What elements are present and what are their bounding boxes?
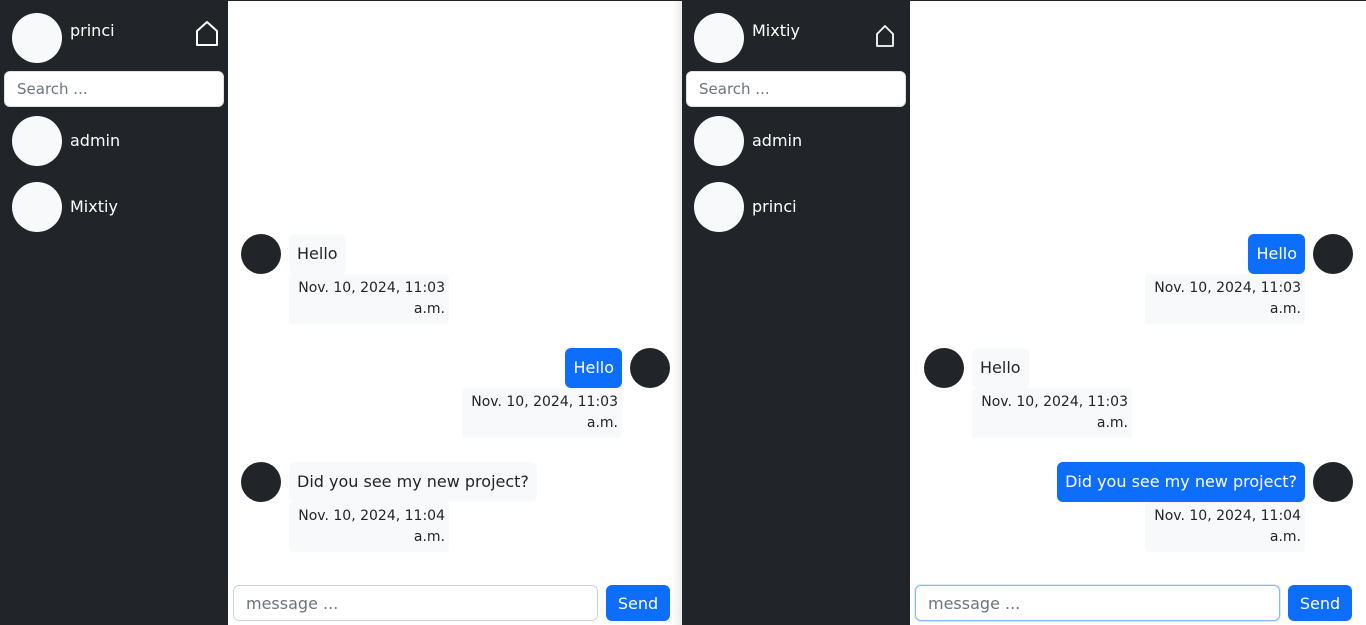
send-button[interactable]: Send — [1288, 585, 1352, 621]
contact-name: admin — [70, 131, 121, 150]
message-bubble: Did you see my new project? — [289, 462, 537, 502]
message-sent: Did you see my new project? Nov. 10, 202… — [933, 462, 1353, 552]
avatar — [12, 116, 62, 166]
contact-name: Mixtiy — [70, 197, 118, 216]
message-timestamp: Nov. 10, 2024, 11:03 a.m. — [289, 274, 449, 324]
current-user-name: Mixtiy — [752, 21, 800, 40]
home-icon[interactable] — [874, 23, 900, 53]
avatar — [694, 116, 744, 166]
avatar — [241, 462, 281, 502]
message-composer: Send — [915, 585, 1353, 621]
message-bubble: Did you see my new project? — [1057, 462, 1305, 502]
home-icon[interactable] — [194, 19, 220, 49]
message-sent: Hello Nov. 10, 2024, 11:03 a.m. — [933, 234, 1353, 324]
contact-item-admin[interactable]: admin — [694, 116, 904, 166]
message-bubble: Hello — [289, 234, 346, 274]
contact-item-mixtiy[interactable]: Mixtiy — [12, 182, 222, 232]
message-timestamp: Nov. 10, 2024, 11:04 a.m. — [1145, 502, 1305, 552]
message-timestamp: Nov. 10, 2024, 11:03 a.m. — [462, 388, 622, 438]
avatar — [630, 348, 670, 388]
message-input[interactable] — [233, 585, 598, 621]
contact-item-princi[interactable]: princi — [694, 182, 904, 232]
message-sent: Hello Nov. 10, 2024, 11:03 a.m. — [250, 348, 670, 438]
message-received: Hello Nov. 10, 2024, 11:03 a.m. — [241, 234, 661, 324]
sidebar: Mixtiy admin princi — [682, 1, 910, 625]
message-bubble: Hello — [1248, 234, 1305, 274]
avatar — [12, 182, 62, 232]
message-received: Did you see my new project? Nov. 10, 202… — [241, 462, 661, 552]
message-input[interactable] — [915, 585, 1280, 621]
current-user-header: Mixtiy — [694, 13, 904, 63]
avatar — [1313, 234, 1353, 274]
current-user-header: princi — [12, 13, 222, 63]
message-timestamp: Nov. 10, 2024, 11:03 a.m. — [1145, 274, 1305, 324]
message-composer: Send — [233, 585, 670, 621]
chat-panel: Hello Nov. 10, 2024, 11:03 a.m. Hello No… — [910, 1, 1366, 625]
avatar — [924, 348, 964, 388]
message-timestamp: Nov. 10, 2024, 11:03 a.m. — [972, 388, 1132, 438]
avatar — [241, 234, 281, 274]
sidebar: princi admin Mixtiy — [0, 1, 228, 625]
contact-name: princi — [752, 197, 797, 216]
contact-name: admin — [752, 131, 803, 150]
avatar — [694, 182, 744, 232]
send-button[interactable]: Send — [606, 585, 670, 621]
chat-window-princi: princi admin Mixtiy Hello Nov. 10, 2024,… — [0, 0, 682, 625]
search-input[interactable] — [686, 71, 906, 107]
avatar — [694, 13, 744, 63]
message-timestamp: Nov. 10, 2024, 11:04 a.m. — [289, 502, 449, 552]
chat-window-mixtiy: Mixtiy admin princi Hello Nov. 10, 2024,… — [682, 0, 1366, 625]
current-user-name: princi — [70, 21, 115, 40]
contact-item-admin[interactable]: admin — [12, 116, 222, 166]
message-received: Hello Nov. 10, 2024, 11:03 a.m. — [924, 348, 1344, 438]
search-input[interactable] — [4, 71, 224, 107]
message-bubble: Hello — [972, 348, 1029, 388]
message-bubble: Hello — [565, 348, 622, 388]
avatar — [12, 13, 62, 63]
avatar — [1313, 462, 1353, 502]
chat-panel: Hello Nov. 10, 2024, 11:03 a.m. Hello No… — [228, 1, 682, 625]
